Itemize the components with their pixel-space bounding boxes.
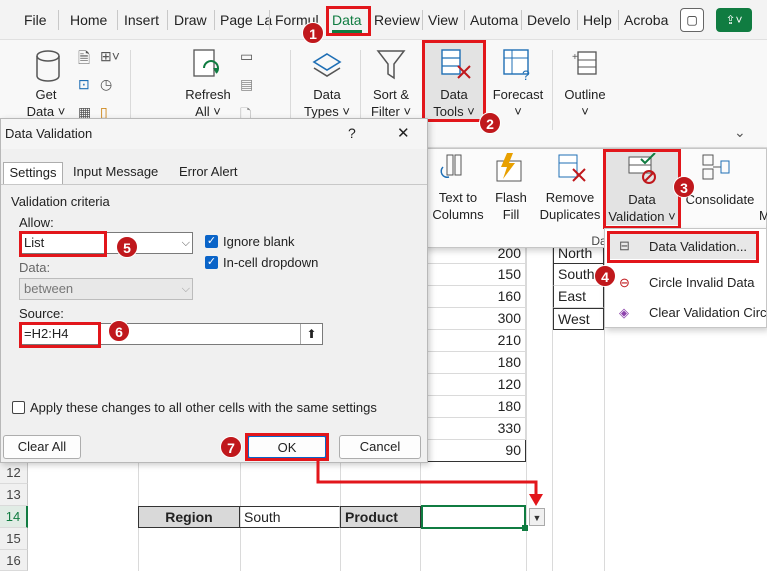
callout-badge: 1 bbox=[302, 22, 324, 44]
callout-badge: 5 bbox=[116, 236, 138, 258]
callout-badge: 7 bbox=[220, 436, 242, 458]
callout-badge: 2 bbox=[479, 112, 501, 134]
callout-arrow bbox=[316, 460, 543, 506]
callout-badge: 4 bbox=[594, 265, 616, 287]
callout-badge: 6 bbox=[108, 320, 130, 342]
callout-badge: 3 bbox=[673, 176, 695, 198]
